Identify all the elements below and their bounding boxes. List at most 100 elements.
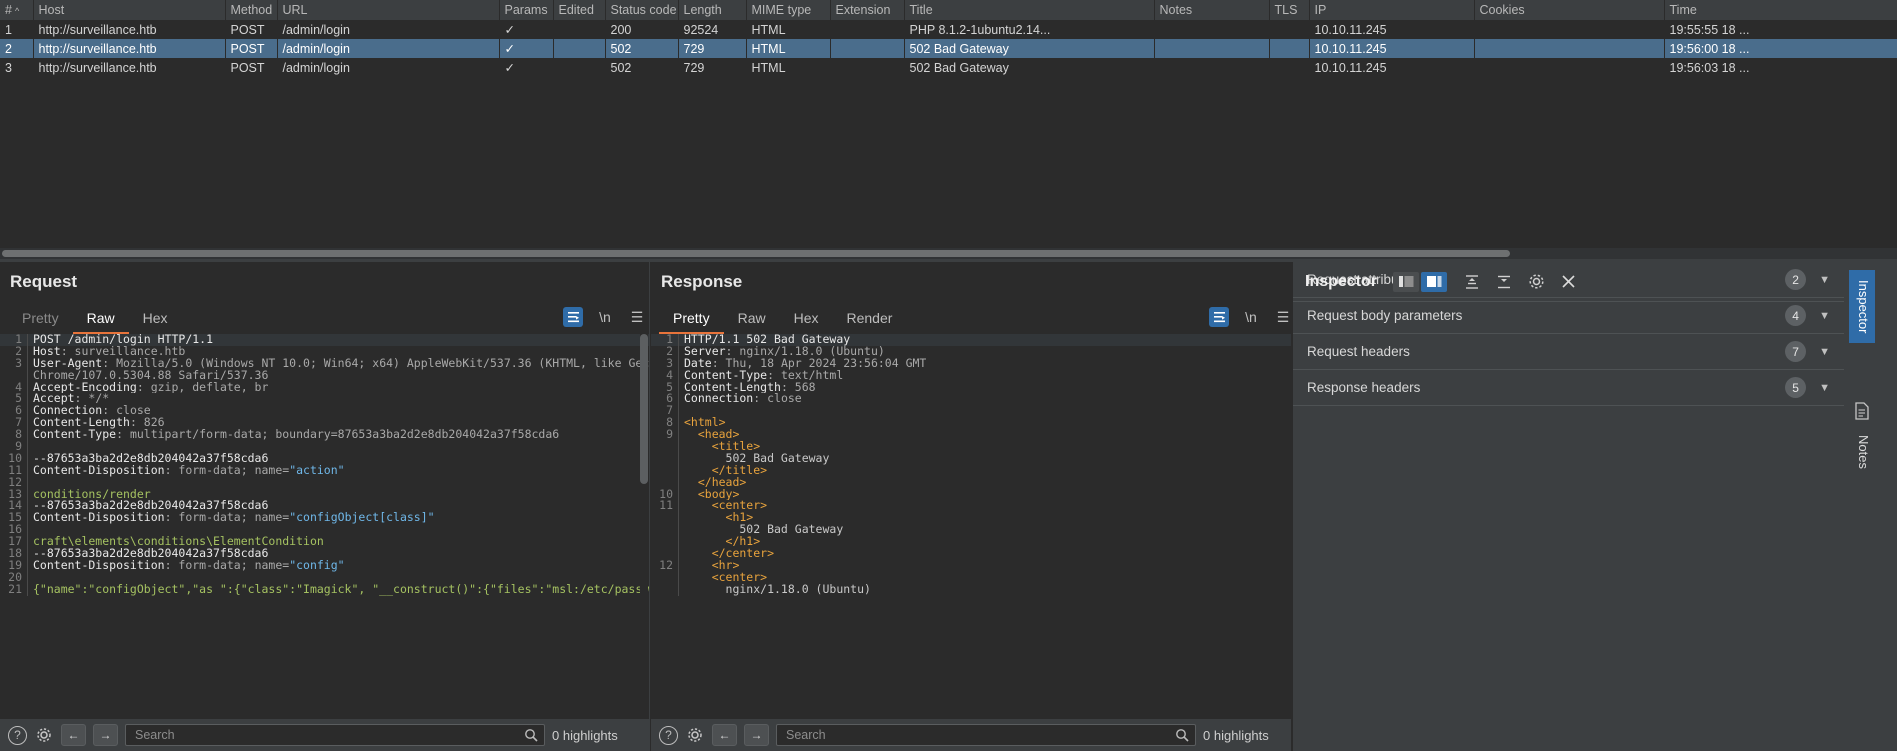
line-number	[651, 524, 679, 537]
column-header-extension[interactable]: Extension	[830, 0, 905, 21]
cell-cookies	[1474, 58, 1664, 77]
column-header-method[interactable]: Method	[225, 0, 278, 21]
tab-response-render[interactable]: Render	[833, 306, 907, 334]
gear-icon[interactable]	[34, 725, 54, 745]
code-text: Content-Disposition: form-data; name="co…	[33, 559, 345, 572]
menu-icon[interactable]: ☰	[1273, 307, 1293, 327]
code-line: <h1>	[651, 512, 1291, 525]
code-text: --87653a3ba2d2e8db204042a37f58cda6	[33, 500, 269, 513]
inspector-title: Inspector	[1305, 272, 1378, 290]
code-text: nginx/1.18.0 (Ubuntu)	[684, 583, 871, 596]
inspector-section-request-body-parameters[interactable]: Request body parameters 4 ▼	[1293, 298, 1844, 334]
gear-icon[interactable]	[685, 725, 705, 745]
rail-tab-notes[interactable]: Notes	[1849, 425, 1875, 479]
collapse-all-icon[interactable]	[1493, 271, 1515, 293]
http-history-table[interactable]: # ^ Host Method URL Params Edited Status …	[0, 0, 1897, 77]
inspector-section-response-headers[interactable]: Response headers 5 ▼	[1293, 370, 1844, 406]
tab-response-raw[interactable]: Raw	[724, 306, 780, 334]
scrollbar-thumb[interactable]	[640, 334, 648, 484]
word-wrap-icon[interactable]	[1209, 307, 1229, 327]
menu-icon[interactable]: ☰	[627, 307, 647, 327]
rail-tab-inspector[interactable]: Inspector	[1849, 270, 1875, 344]
table-row[interactable]: 3 http://surveillance.htb POST /admin/lo…	[0, 58, 1897, 77]
response-tabs[interactable]: Pretty Raw Hex Render	[659, 306, 906, 334]
help-icon[interactable]: ?	[8, 725, 27, 745]
column-header-ip[interactable]: IP	[1309, 0, 1475, 21]
forward-button[interactable]: →	[93, 724, 118, 746]
column-header-edited[interactable]: Edited	[553, 0, 606, 21]
cell-tls	[1269, 20, 1309, 39]
expand-all-icon[interactable]	[1461, 271, 1483, 293]
line-number: 12	[651, 559, 679, 572]
cell-status-code: 200	[610, 22, 632, 37]
request-tabs[interactable]: Pretty Raw Hex	[8, 306, 182, 334]
column-header-length[interactable]: Length	[678, 0, 747, 21]
code-text: Accept: */*	[33, 393, 110, 406]
inspector-left-layout-icon[interactable]	[1393, 271, 1420, 292]
column-header-tls[interactable]: TLS	[1269, 0, 1310, 21]
notes-icon[interactable]	[1853, 402, 1871, 420]
column-header-status-code[interactable]: Status code	[605, 0, 679, 21]
scrollbar-thumb[interactable]	[2, 250, 1510, 257]
response-pretty-editor[interactable]: 1 HTTP/1.1 502 Bad Gateway 2 Server: nginx/…	[651, 334, 1291, 648]
newline-icon[interactable]: \n	[595, 307, 615, 327]
code-text: Content-Disposition: form-data; name="ac…	[33, 464, 345, 477]
chevron-down-icon[interactable]: ▼	[1819, 310, 1830, 322]
code-text: Accept-Encoding: gzip, deflate, br	[33, 381, 269, 394]
cell-url: /admin/login	[282, 22, 350, 37]
column-header-host[interactable]: Host	[33, 0, 226, 21]
http-history-table-container[interactable]: # ^ Host Method URL Params Edited Status …	[0, 0, 1897, 262]
tab-response-pretty[interactable]: Pretty	[659, 306, 724, 334]
column-header-notes[interactable]: Notes	[1154, 0, 1270, 21]
table-row[interactable]: 1 http://surveillance.htb POST /admin/lo…	[0, 20, 1897, 39]
gear-icon[interactable]	[1525, 271, 1547, 293]
chevron-down-icon[interactable]: ▼	[1819, 382, 1830, 394]
cell-host: http://surveillance.htb	[38, 22, 157, 37]
cell-edited	[553, 39, 605, 58]
code-line: 8 <html>	[651, 416, 1291, 430]
inspector-view-toggle[interactable]	[1393, 271, 1448, 292]
tab-request-hex[interactable]: Hex	[129, 306, 182, 334]
request-vertical-scrollbar[interactable]	[640, 334, 648, 648]
column-header-cookies[interactable]: Cookies	[1474, 0, 1665, 21]
forward-button[interactable]: →	[744, 724, 769, 746]
cell-notes	[1154, 58, 1269, 77]
response-highlight-count: 0 highlights	[1203, 727, 1269, 743]
word-wrap-icon[interactable]	[563, 307, 583, 327]
chevron-down-icon[interactable]: ▼	[1819, 346, 1830, 358]
code-text: Content-Length: 568	[684, 381, 816, 394]
tab-request-pretty[interactable]: Pretty	[8, 306, 73, 334]
inspector-section-request-headers[interactable]: Request headers 7 ▼	[1293, 334, 1844, 370]
tab-response-hex[interactable]: Hex	[780, 306, 833, 334]
table-horizontal-scrollbar[interactable]	[0, 248, 1897, 259]
code-line: 1 POST /admin/login HTTP/1.1	[0, 334, 649, 346]
column-header-params[interactable]: Params	[499, 0, 554, 21]
line-number: 11	[651, 500, 679, 513]
close-icon[interactable]	[1557, 271, 1579, 293]
search-input[interactable]	[784, 727, 1188, 743]
newline-icon[interactable]: \n	[1241, 307, 1261, 327]
column-header-mime-type[interactable]: MIME type	[746, 0, 831, 21]
back-button[interactable]: ←	[61, 724, 86, 746]
code-text: conditions/render	[33, 488, 151, 501]
column-label: #	[5, 2, 12, 17]
response-tool-icons[interactable]: \n ☰	[1209, 307, 1293, 327]
cell-params-checkmark: ✓	[504, 61, 515, 75]
request-search-field[interactable]	[125, 724, 545, 746]
search-input[interactable]	[133, 727, 537, 743]
response-search-field[interactable]	[776, 724, 1196, 746]
column-header-number[interactable]: # ^	[0, 0, 34, 21]
cell-extension	[830, 20, 904, 39]
column-header-time[interactable]: Time	[1664, 0, 1897, 21]
help-icon[interactable]: ?	[659, 725, 678, 745]
table-row[interactable]: 2 http://surveillance.htb POST /admin/lo…	[0, 39, 1897, 58]
back-button[interactable]: ←	[712, 724, 737, 746]
request-raw-editor[interactable]: 1 POST /admin/login HTTP/1.1 2 Host: survei…	[0, 334, 649, 648]
column-header-url[interactable]: URL	[277, 0, 500, 21]
request-tool-icons[interactable]: \n ☰	[563, 307, 647, 327]
inspector-right-layout-icon[interactable]	[1421, 271, 1448, 292]
column-header-title[interactable]: Title	[904, 0, 1155, 21]
tab-request-raw[interactable]: Raw	[72, 306, 129, 334]
